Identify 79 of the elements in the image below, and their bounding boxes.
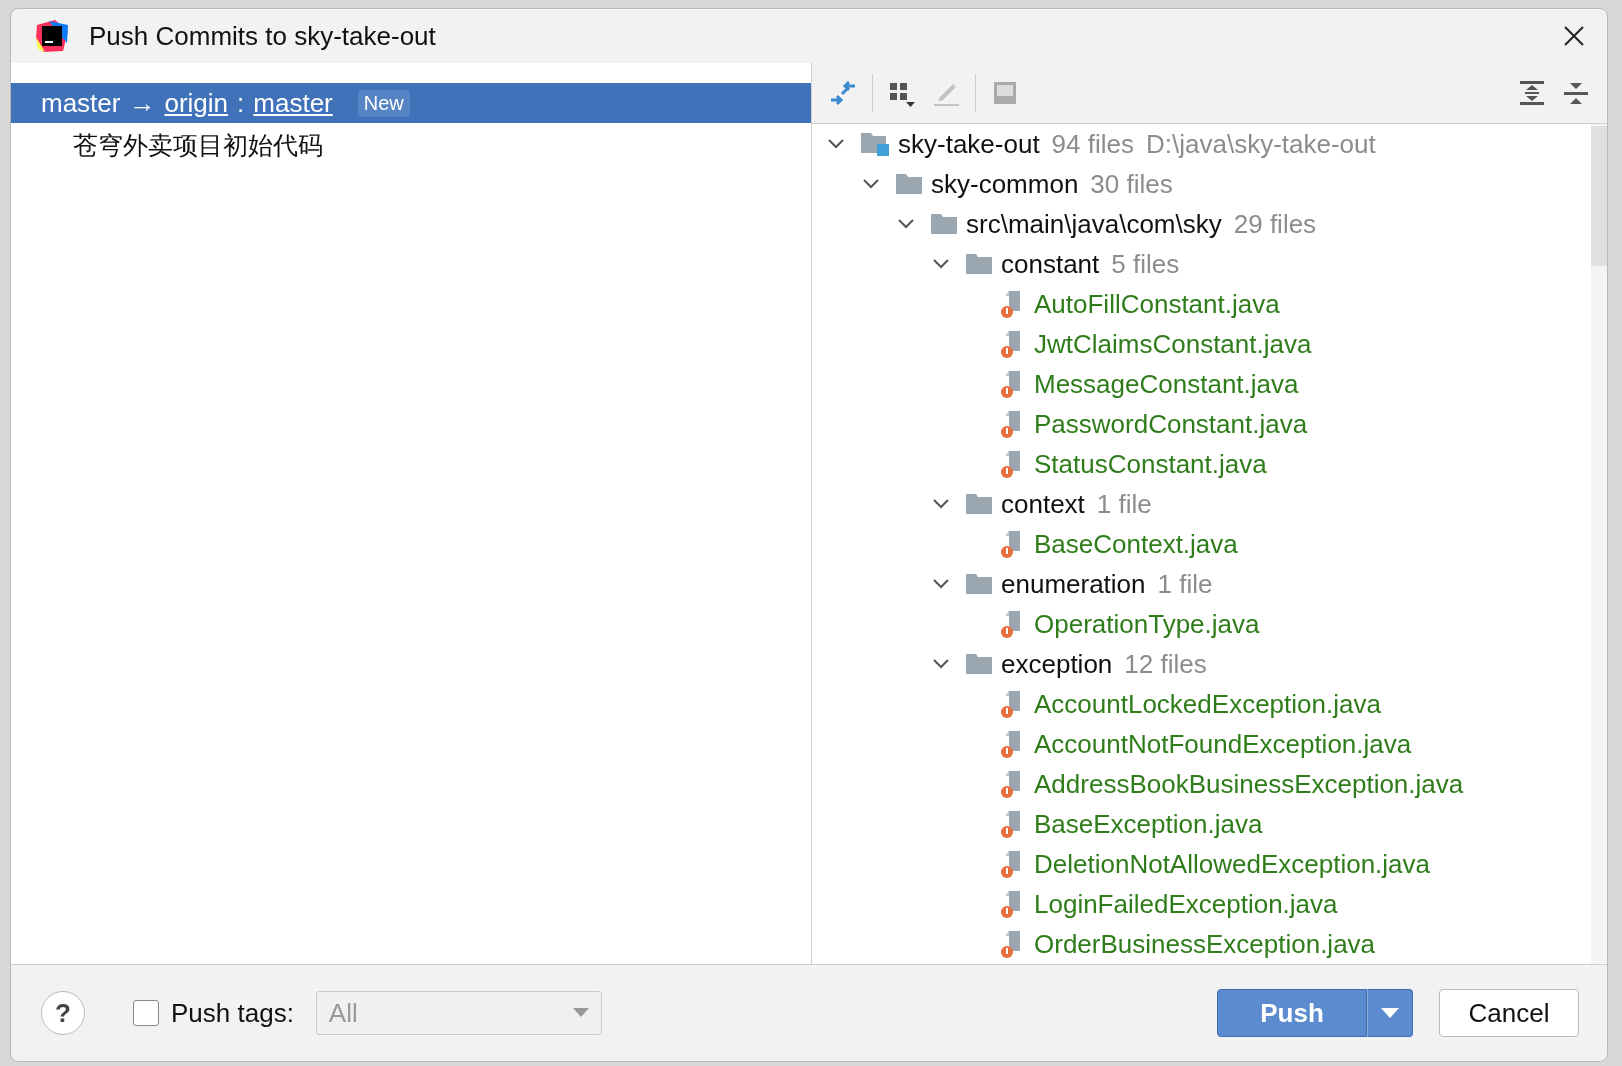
node-name: src\main\java\com\sky: [966, 208, 1222, 240]
tree-node[interactable]: sky-take-out 94 files D:\java\sky-take-out: [812, 124, 1591, 164]
node-name: AutoFillConstant.java: [1034, 288, 1280, 320]
folder-icon: [965, 493, 993, 515]
node-name: BaseException.java: [1034, 808, 1263, 840]
node-name: OrderBusinessException.java: [1034, 928, 1376, 960]
node-name: BaseContext.java: [1034, 528, 1238, 560]
folder-icon: [965, 253, 993, 275]
dropdown-caret-icon: [572, 1008, 589, 1018]
push-options-button[interactable]: [1367, 989, 1413, 1037]
tree-node[interactable]: BaseContext.java: [812, 524, 1591, 564]
file-count: 94 files: [1051, 128, 1134, 160]
tree-node[interactable]: BaseException.java: [812, 804, 1591, 844]
node-name: exception: [1001, 648, 1113, 680]
file-count: 1 file: [1096, 488, 1152, 520]
tree-node[interactable]: JwtClaimsConstant.java: [812, 324, 1591, 364]
node-name: AccountLockedException.java: [1034, 688, 1381, 720]
tree-node[interactable]: context 1 file: [812, 484, 1591, 524]
window-title: Push Commits to sky-take-out: [89, 20, 437, 52]
folder-icon: [930, 213, 958, 235]
tree-node[interactable]: enumeration 1 file: [812, 564, 1591, 604]
module-folder-icon: [860, 131, 890, 157]
node-name: DeletionNotAllowedException.java: [1034, 848, 1430, 880]
expand-all-icon[interactable]: [1517, 78, 1547, 108]
folder-icon: [965, 573, 993, 595]
tree-node[interactable]: MessageConstant.java: [812, 364, 1591, 404]
push-button[interactable]: Push: [1217, 989, 1367, 1037]
arrow-text: →: [129, 87, 156, 119]
new-badge: New: [357, 89, 410, 117]
scrollbar-thumb[interactable]: [1591, 126, 1607, 266]
tree-node[interactable]: PasswordConstant.java: [812, 404, 1591, 444]
node-name: sky-take-out: [898, 128, 1040, 160]
tree-node[interactable]: DeletionNotAllowedException.java: [812, 844, 1591, 884]
tree-node[interactable]: AddressBookBusinessException.java: [812, 764, 1591, 804]
node-name: PasswordConstant.java: [1034, 408, 1308, 440]
file-count: 5 files: [1111, 248, 1180, 280]
tree-node[interactable]: AutoFillConstant.java: [812, 284, 1591, 324]
node-name: constant: [1001, 248, 1100, 280]
close-icon[interactable]: [1563, 25, 1585, 47]
tree-node[interactable]: LoginFailedException.java: [812, 884, 1591, 924]
tree-node[interactable]: OrderBusinessException.java: [812, 924, 1591, 964]
node-name: context: [1001, 488, 1085, 520]
cancel-button[interactable]: Cancel: [1439, 989, 1579, 1037]
node-name: OperationType.java: [1034, 608, 1260, 640]
file-count: 12 files: [1124, 648, 1207, 680]
tree-node[interactable]: exception 12 files: [812, 644, 1591, 684]
node-path: D:\java\sky-take-out: [1146, 128, 1376, 160]
file-count: 29 files: [1233, 208, 1317, 240]
target-branch-link[interactable]: master: [253, 87, 333, 119]
node-name: AccountNotFoundException.java: [1034, 728, 1412, 760]
push-tags-label[interactable]: Push tags:: [171, 997, 294, 1029]
tree-node[interactable]: AccountNotFoundException.java: [812, 724, 1591, 764]
node-name: AddressBookBusinessException.java: [1034, 768, 1464, 800]
separator-text: :: [237, 87, 245, 119]
tree-node[interactable]: AccountLockedException.java: [812, 684, 1591, 724]
tree-node[interactable]: constant 5 files: [812, 244, 1591, 284]
folder-icon: [965, 653, 993, 675]
caret-icon: [1381, 1008, 1399, 1018]
folder-icon: [895, 173, 923, 195]
compare-arrows-icon[interactable]: [828, 78, 858, 108]
push-target-row[interactable]: master → origin : master New: [11, 83, 811, 123]
node-name: StatusConstant.java: [1034, 448, 1267, 480]
tree-node[interactable]: OperationType.java: [812, 604, 1591, 644]
node-name: sky-common: [931, 168, 1079, 200]
source-branch: master: [41, 87, 121, 119]
node-name: enumeration: [1001, 568, 1146, 600]
file-count: 1 file: [1157, 568, 1213, 600]
tree-node[interactable]: sky-common 30 files: [812, 164, 1591, 204]
commit-message[interactable]: 苍穹外卖项目初始代码: [11, 123, 811, 167]
push-tags-checkbox[interactable]: [133, 1000, 159, 1026]
remote-link[interactable]: origin: [164, 87, 229, 119]
help-button[interactable]: ?: [41, 991, 85, 1035]
node-name: LoginFailedException.java: [1034, 888, 1338, 920]
tree-node[interactable]: StatusConstant.java: [812, 444, 1591, 484]
node-name: MessageConstant.java: [1034, 368, 1299, 400]
app-logo-icon: [35, 19, 69, 53]
file-count: 30 files: [1090, 168, 1173, 200]
tree-node[interactable]: src\main\java\com\sky 29 files: [812, 204, 1591, 244]
node-name: JwtClaimsConstant.java: [1034, 328, 1312, 360]
